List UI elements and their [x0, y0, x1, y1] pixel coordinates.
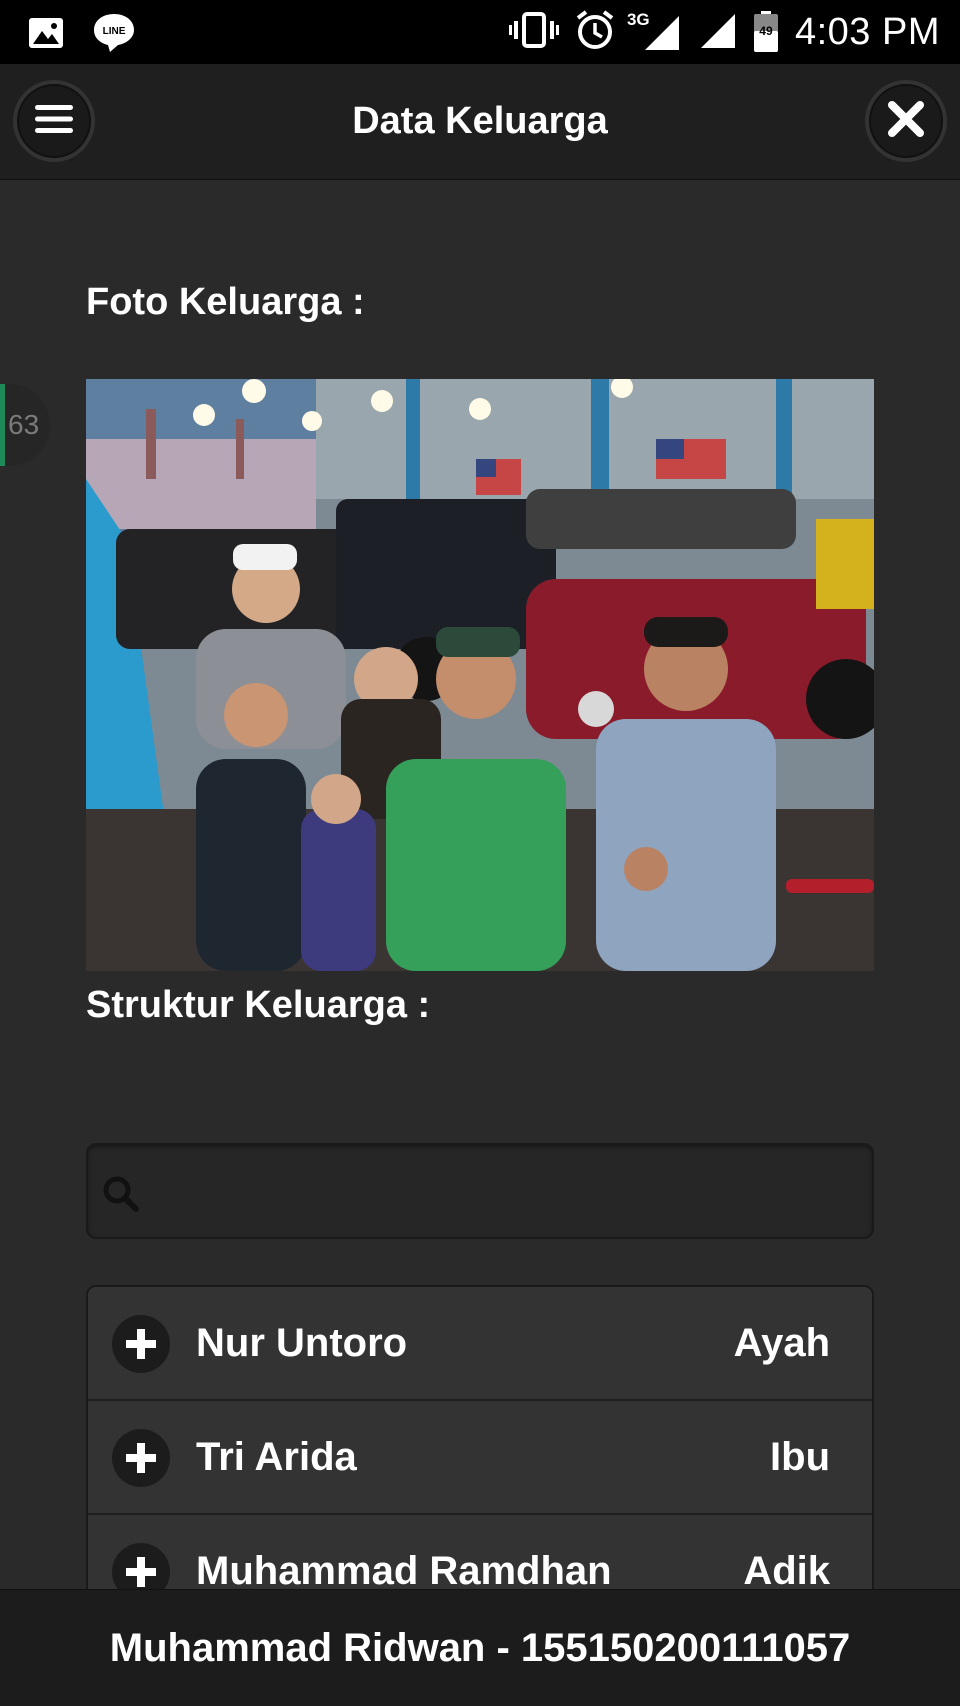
page-title: Data Keluarga: [352, 100, 608, 142]
side-tab-count: 63: [8, 409, 40, 440]
battery-icon: 49: [753, 11, 779, 53]
footer-text: Muhammad Ridwan - 155150200111057: [109, 1625, 851, 1670]
battery-level: 49: [759, 24, 773, 38]
family-member-list: Nur Untoro Ayah Tri Arida Ibu Muhammad R…: [86, 1285, 874, 1589]
member-name: Nur Untoro: [196, 1321, 408, 1365]
search-input[interactable]: [152, 1145, 862, 1237]
footer-bar: Muhammad Ridwan - 155150200111057: [0, 1589, 960, 1706]
family-photo: [86, 379, 874, 971]
member-name: Muhammad Ramdhan: [196, 1549, 612, 1589]
plus-icon: [112, 1315, 170, 1373]
member-role: Ibu: [770, 1435, 830, 1479]
close-button[interactable]: [869, 84, 943, 158]
list-item[interactable]: Muhammad Ramdhan Adik: [88, 1515, 872, 1589]
side-tab-badge[interactable]: 63: [0, 384, 50, 466]
mobile-signal-icon: 3G: [627, 10, 681, 52]
vibrate-icon: [508, 10, 559, 55]
status-bar-left: LINE: [28, 12, 136, 59]
photo-section-title: Foto Keluarga :: [86, 281, 365, 323]
member-role: Ayah: [733, 1321, 830, 1365]
image-icon: [28, 15, 64, 56]
alarm-icon: [575, 9, 615, 56]
line-app-icon: LINE: [92, 12, 136, 59]
structure-section-title: Struktur Keluarga :: [86, 984, 431, 1026]
signal-icon: [697, 10, 737, 55]
status-bar-right: 3G 49 4:03 PM: [508, 8, 940, 56]
clock: 4:03 PM: [794, 10, 940, 53]
list-item[interactable]: Nur Untoro Ayah: [88, 1287, 872, 1401]
member-name: Tri Arida: [196, 1435, 357, 1479]
family-photo-image: [86, 379, 874, 971]
list-item[interactable]: Tri Arida Ibu: [88, 1401, 872, 1515]
app-header: Data Keluarga: [0, 64, 960, 180]
main-content[interactable]: Foto Keluarga : 63 Struktur Keluarga: N…: [0, 181, 960, 1589]
search-icon: [102, 1175, 140, 1218]
status-bar: LINE 3G 49 4:03 PM: [0, 0, 960, 64]
member-role: Adik: [743, 1549, 830, 1589]
member-search-box[interactable]: [86, 1143, 874, 1239]
line-icon-label: LINE: [103, 26, 126, 37]
close-icon: [887, 100, 925, 143]
plus-icon: [112, 1429, 170, 1487]
plus-icon: [112, 1543, 170, 1589]
